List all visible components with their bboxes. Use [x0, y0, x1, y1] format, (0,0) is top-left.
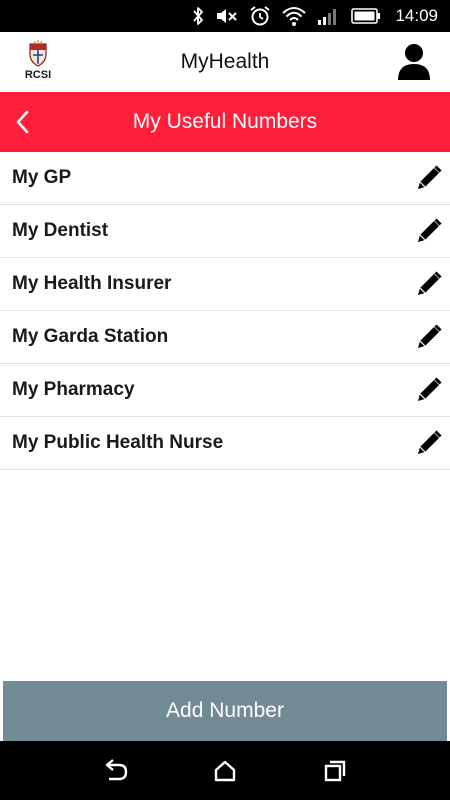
status-bar: 14:09: [0, 0, 450, 32]
home-nav-icon: [214, 760, 236, 781]
nav-recents-button[interactable]: [315, 751, 355, 791]
alarm-icon: [250, 6, 271, 26]
nav-home-button[interactable]: [205, 751, 245, 791]
recents-nav-icon: [324, 760, 346, 781]
status-time: 14:09: [395, 6, 438, 25]
person-icon: [398, 44, 430, 80]
edit-public-health-nurse-button[interactable]: [412, 426, 446, 460]
page-title-bar: My Useful Numbers: [0, 92, 450, 152]
profile-button[interactable]: [396, 42, 432, 82]
crest-icon: [29, 40, 47, 67]
chevron-left-icon: [16, 110, 29, 134]
list-item-label: My Health Insurer: [12, 273, 172, 294]
list-item-dentist[interactable]: My Dentist: [0, 205, 450, 258]
list-item-label: My Garda Station: [12, 326, 169, 347]
pencil-icon: [418, 324, 442, 348]
back-button[interactable]: [8, 106, 36, 138]
useful-numbers-list: My GP My Dentist My Health Insurer My Ga…: [0, 152, 450, 470]
mute-icon: [217, 9, 238, 23]
add-number-button[interactable]: Add Number: [3, 681, 447, 741]
edit-pharmacy-button[interactable]: [412, 373, 446, 407]
list-item-public-health-nurse[interactable]: My Public Health Nurse: [0, 417, 450, 470]
signal-icon: [318, 9, 337, 25]
list-item-garda-station[interactable]: My Garda Station: [0, 311, 450, 364]
system-nav-bar: [0, 741, 450, 800]
edit-health-insurer-button[interactable]: [412, 267, 446, 301]
list-item-health-insurer[interactable]: My Health Insurer: [0, 258, 450, 311]
app-header: RCSI MyHealth: [0, 32, 450, 92]
rcsi-logo: RCSI: [20, 40, 56, 84]
nav-back-button[interactable]: [95, 751, 135, 791]
list-item-label: My GP: [12, 167, 72, 188]
back-nav-icon: [105, 758, 128, 780]
pencil-icon: [418, 377, 442, 401]
wifi-icon: [282, 7, 307, 26]
list-item-label: My Public Health Nurse: [12, 432, 224, 453]
battery-icon: [351, 8, 381, 24]
list-item-gp[interactable]: My GP: [0, 152, 450, 205]
bluetooth-icon: [193, 7, 204, 25]
pencil-icon: [418, 271, 442, 295]
pencil-icon: [418, 218, 442, 242]
pencil-icon: [418, 430, 442, 454]
logo-text: RCSI: [24, 69, 52, 81]
list-item-label: My Pharmacy: [12, 379, 135, 400]
edit-gp-button[interactable]: [412, 161, 446, 195]
list-item-pharmacy[interactable]: My Pharmacy: [0, 364, 450, 417]
app-title: MyHealth: [180, 50, 270, 73]
page-title: My Useful Numbers: [132, 110, 318, 133]
list-item-label: My Dentist: [12, 220, 109, 241]
edit-garda-station-button[interactable]: [412, 320, 446, 354]
edit-dentist-button[interactable]: [412, 214, 446, 248]
pencil-icon: [418, 165, 442, 189]
